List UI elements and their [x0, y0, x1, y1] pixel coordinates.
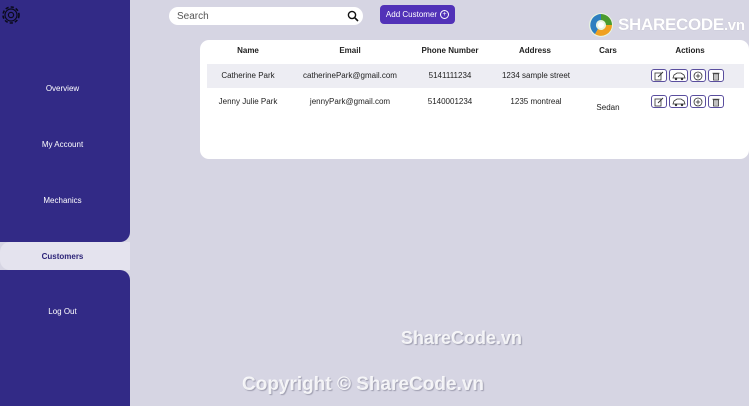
plus-circle-icon: [693, 71, 703, 80]
gear-icon[interactable]: [0, 3, 24, 27]
edit-icon: [654, 97, 664, 106]
row-actions: [651, 95, 724, 108]
cell-phone: 5141111234: [428, 71, 472, 80]
sharecode-logo-icon: [589, 13, 613, 37]
column-header-email: Email: [339, 46, 361, 55]
sidebar-item-overview[interactable]: Overview: [0, 84, 125, 93]
column-header-address: Address: [518, 46, 551, 55]
trash-icon: [712, 98, 720, 106]
cell-email: catherinePark@gmail.com: [303, 71, 397, 80]
logo: SHARECODE.vn: [588, 10, 748, 40]
row-actions: [651, 69, 724, 82]
sidebar-panel-top: [0, 0, 130, 242]
sidebar-item-my-account[interactable]: My Account: [0, 140, 125, 149]
cell-address: 1235 montreal: [510, 97, 562, 106]
search-icon[interactable]: [347, 10, 359, 22]
cell-address: 1234 sample street: [501, 71, 571, 80]
car-icon: [671, 72, 686, 80]
search-input[interactable]: [169, 10, 339, 22]
trash-icon: [712, 72, 720, 80]
add-car-button[interactable]: [690, 95, 706, 108]
sidebar-item-customers[interactable]: Customers: [0, 252, 125, 261]
car-icon: [671, 98, 686, 106]
car-button[interactable]: [669, 95, 688, 108]
logo-text: SHARECODE.vn: [618, 15, 745, 35]
sidebar-item-mechanics[interactable]: Mechanics: [0, 196, 125, 205]
column-header-cars: Cars: [599, 46, 617, 55]
watermark-center: ShareCode.vn: [401, 328, 523, 348]
logo-text-main: SHARECODE: [618, 15, 724, 34]
delete-button[interactable]: [708, 69, 724, 82]
edit-button[interactable]: [651, 69, 667, 82]
add-customer-label: Add Customer: [385, 10, 438, 19]
add-customer-button[interactable]: Add Customer +: [380, 5, 455, 24]
search-bar: [169, 7, 363, 25]
sidebar-item-log-out[interactable]: Log Out: [0, 307, 125, 316]
watermark-bottom: Copyright © ShareCode.vn: [242, 374, 485, 395]
cell-phone: 5140001234: [427, 97, 473, 106]
cell-cars: Sedan: [596, 103, 620, 112]
column-header-actions: Actions: [675, 46, 705, 55]
sidebar: Overview My Account Mechanics Customers …: [0, 0, 130, 406]
plus-circle-icon: [693, 97, 703, 106]
plus-circle-icon: +: [440, 10, 450, 19]
sidebar-panel-bottom: [0, 270, 130, 406]
edit-button[interactable]: [651, 95, 667, 108]
add-car-button[interactable]: [690, 69, 706, 82]
cell-email: jennyPark@gmail.com: [309, 97, 391, 106]
delete-button[interactable]: [708, 95, 724, 108]
car-button[interactable]: [669, 69, 688, 82]
edit-icon: [654, 71, 664, 80]
logo-text-suffix: .vn: [723, 17, 745, 34]
column-header-phone: Phone Number: [421, 46, 479, 55]
cell-name: Jenny Julie Park: [218, 97, 278, 106]
column-header-name: Name: [237, 46, 259, 55]
cell-name: Catherine Park: [221, 71, 275, 80]
